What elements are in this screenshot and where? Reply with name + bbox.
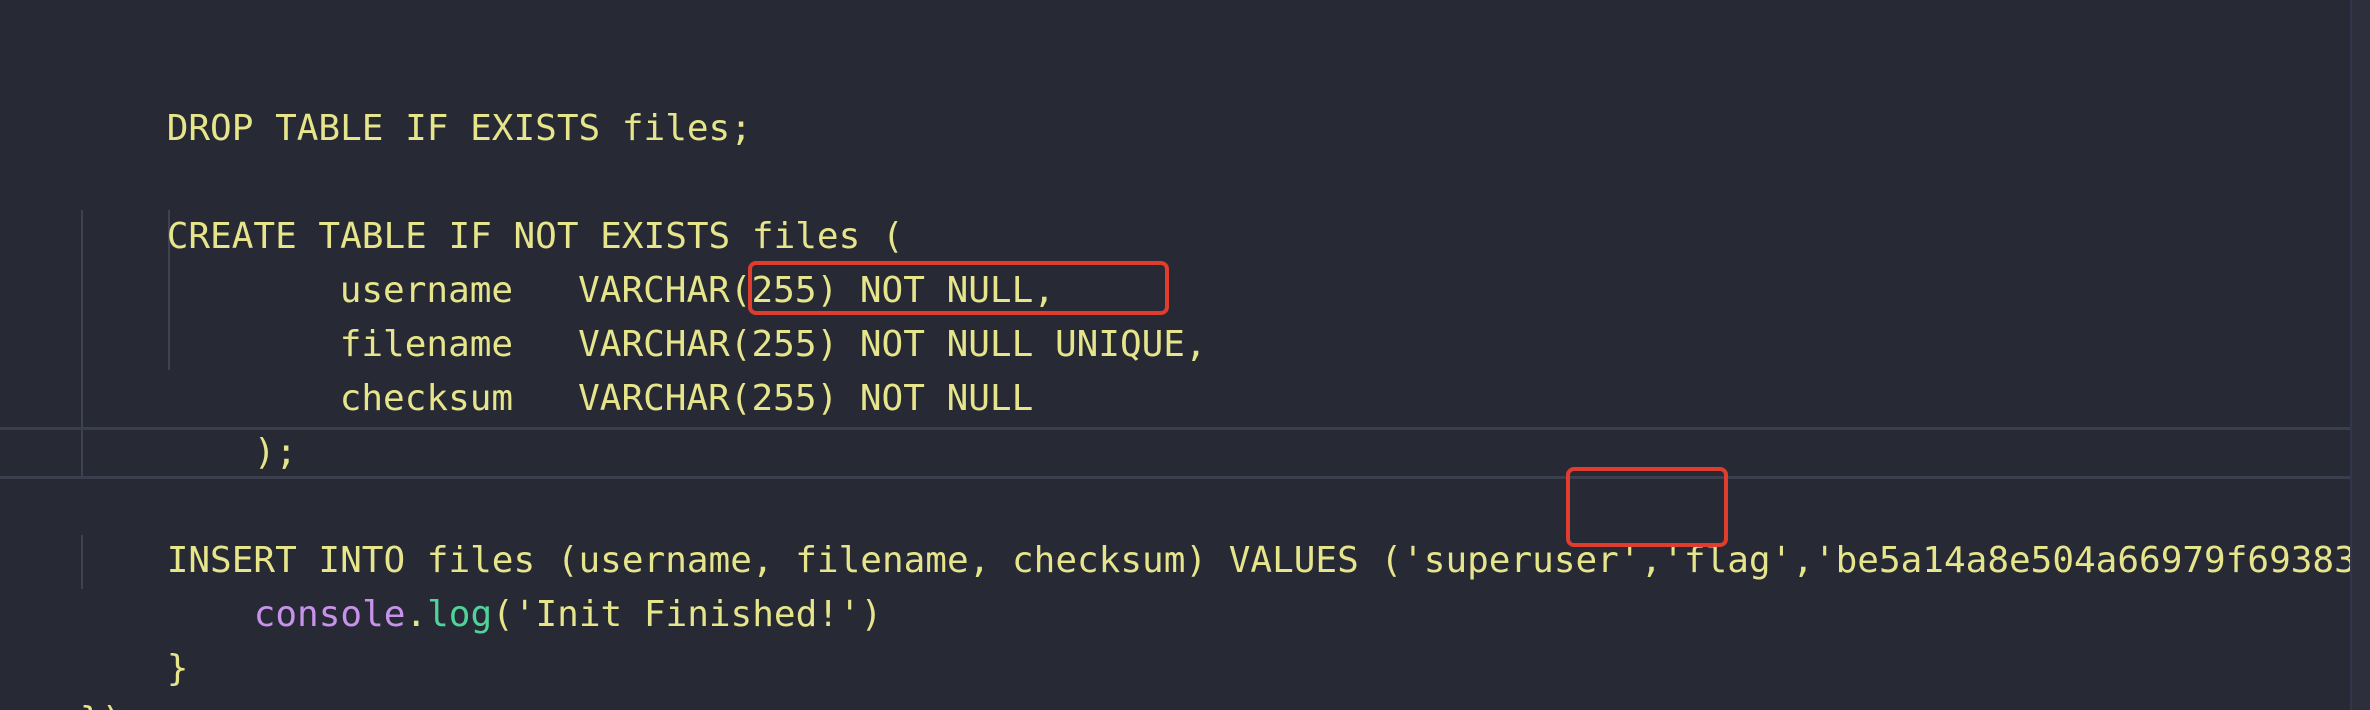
log-method: log xyxy=(427,594,493,635)
code-text: . xyxy=(405,594,428,635)
code-line-console: console.log('Init Finished!') xyxy=(167,534,883,635)
code-line-close-paren: ); xyxy=(167,372,297,473)
console-identifier: console xyxy=(253,594,406,635)
annotation-box-unique xyxy=(748,261,1169,315)
code-text: ); xyxy=(253,432,298,473)
code-editor[interactable]: DROP TABLE IF EXISTS files; CREATE TABLE… xyxy=(0,0,2370,710)
code-text: }); xyxy=(80,700,145,710)
code-text: checksum VARCHAR(255) NOT NULL xyxy=(339,378,1034,419)
code-line-brace: } xyxy=(80,588,189,689)
annotation-box-flag xyxy=(1566,467,1728,547)
code-line-final: }); xyxy=(0,640,145,710)
vertical-scrollbar[interactable] xyxy=(2350,0,2370,710)
checksum-value-text: 'be5a14a8e504a66979f6938338b0 xyxy=(1813,540,2370,581)
code-text: } xyxy=(166,648,189,689)
code-line-drop: DROP TABLE IF EXISTS files; xyxy=(80,48,752,149)
code-line-create: CREATE TABLE IF NOT EXISTS files ( xyxy=(80,156,904,257)
code-line-checksum: checksum VARCHAR(255) NOT NULL xyxy=(253,318,1034,419)
current-line-highlight xyxy=(0,427,2350,479)
code-text: DROP TABLE IF EXISTS files; xyxy=(166,108,752,149)
code-text: ('Init Finished!') xyxy=(492,594,883,635)
code-line-username: username VARCHAR(255) NOT NULL, xyxy=(253,210,1055,311)
code-line-insert: INSERT INTO files (username, filename, c… xyxy=(80,480,2370,581)
